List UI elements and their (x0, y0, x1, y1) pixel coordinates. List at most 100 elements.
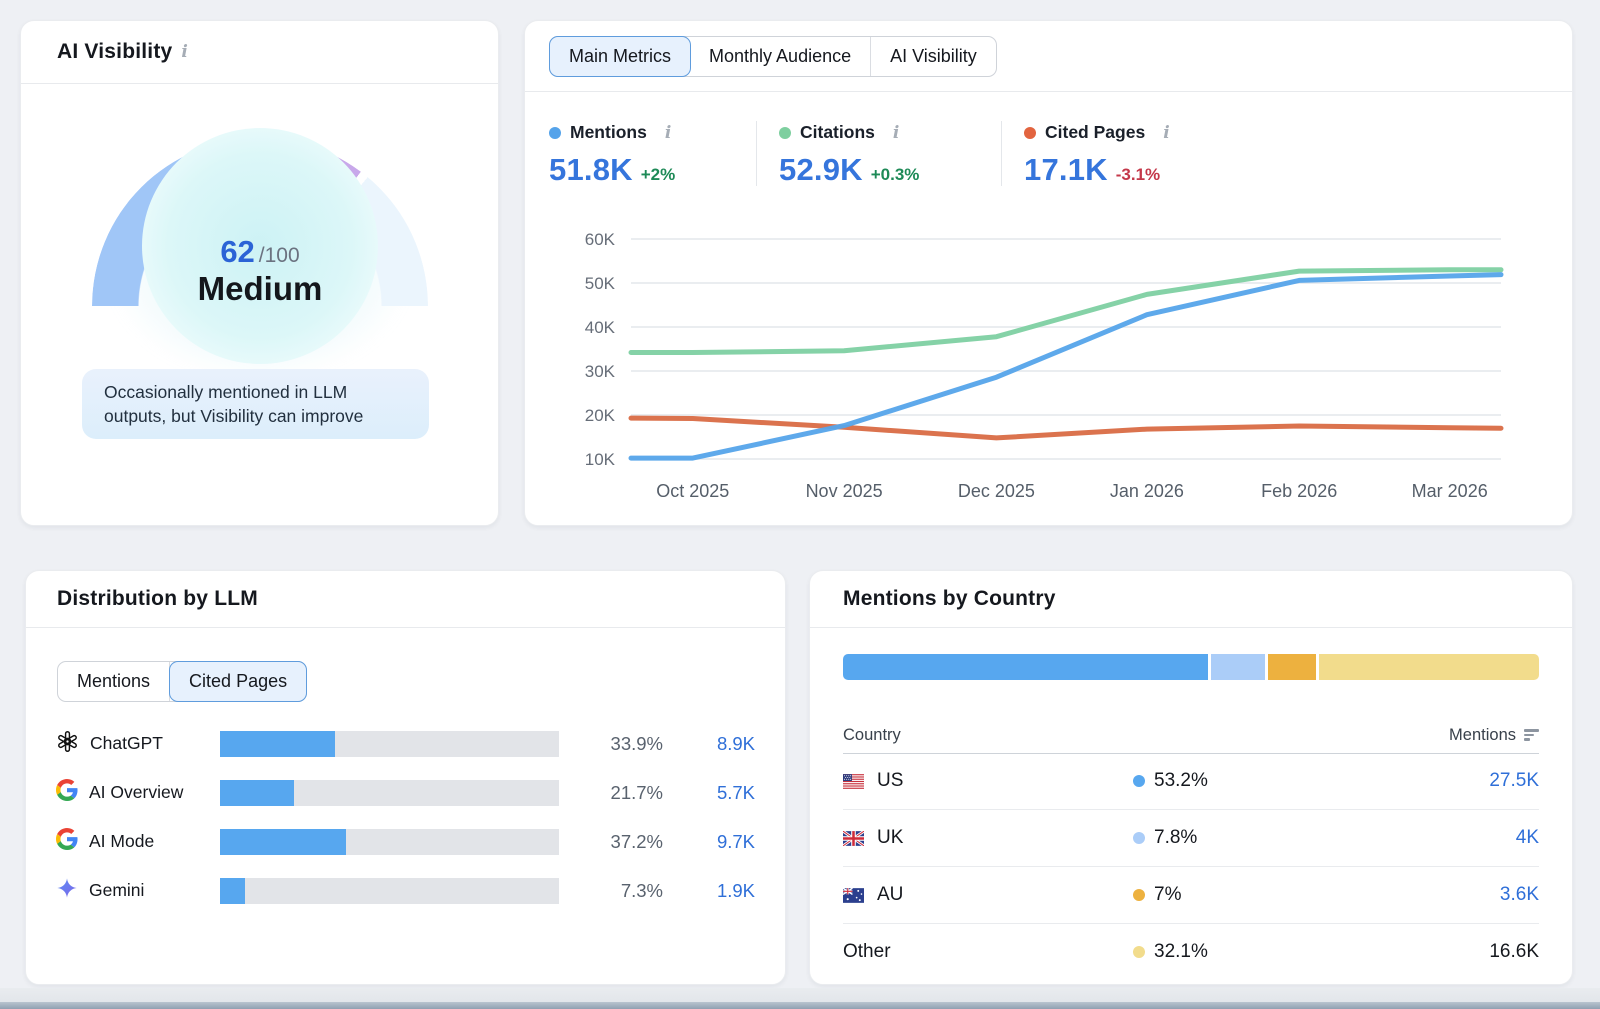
llm-row-chatgpt[interactable]: ChatGPT 33.9% 8.9K (26, 719, 785, 768)
metrics-tab-bar: Main Metrics Monthly Audience AI Visibil… (549, 36, 997, 77)
country-percent: 7.8% (1154, 827, 1197, 849)
llm-row-ai-mode[interactable]: AI Mode 37.2% 9.7K (26, 817, 785, 866)
stacked-segment-us[interactable] (843, 654, 1208, 680)
llm-name-label: Gemini (89, 880, 144, 901)
country-dot-icon (1133, 775, 1145, 787)
llm-value-link[interactable]: 5.7K (677, 782, 755, 804)
llm-bar-fill (220, 829, 346, 855)
gauge-score-max: /100 (259, 244, 300, 267)
info-icon[interactable]: i (1163, 123, 1169, 143)
cited-pages-dot-icon (1024, 127, 1036, 139)
llm-row-ai-overview[interactable]: AI Overview 21.7% 5.7K (26, 768, 785, 817)
kpi-row: Mentions i 51.8K +2% Citations i 52.9K +… (549, 113, 1234, 188)
chatgpt-icon (56, 730, 79, 758)
kpi-mentions: Mentions i 51.8K +2% (549, 113, 734, 188)
kpi-value: 51.8K (549, 152, 633, 188)
llm-bar-fill (220, 731, 335, 757)
country-table-header: Country Mentions (843, 717, 1539, 754)
llm-bar-track (220, 878, 559, 904)
svg-text:Mar 2026: Mar 2026 (1412, 481, 1488, 501)
llm-card-title: Distribution by LLM (57, 587, 258, 611)
ai-visibility-card: AI Visibility i 62/100 Medium Occasional… (20, 20, 499, 526)
tab-mentions[interactable]: Mentions (58, 662, 170, 701)
tab-ai-visibility[interactable]: AI Visibility (871, 37, 996, 76)
tab-main-metrics[interactable]: Main Metrics (549, 36, 691, 77)
kpi-delta: +0.3% (871, 165, 920, 185)
country-code: UK (877, 827, 903, 849)
us-flag-icon (843, 774, 864, 789)
gauge-score: 62/100 (92, 234, 428, 270)
svg-text:20K: 20K (585, 406, 616, 425)
column-mentions-sort[interactable]: Mentions (1449, 726, 1539, 745)
llm-bar-track (220, 731, 559, 757)
kpi-label: Mentions (570, 122, 647, 143)
google-g-icon (56, 828, 78, 855)
ai-visibility-card-header: AI Visibility i (21, 21, 498, 84)
google-g-icon (56, 779, 78, 806)
kpi-cited-pages: Cited Pages i 17.1K -3.1% (1024, 113, 1234, 188)
ai-visibility-title: AI Visibility (57, 40, 172, 64)
llm-bar-track (220, 780, 559, 806)
country-code: US (877, 770, 903, 792)
metrics-line-chart[interactable]: 10K20K30K40K50K60KOct 2025Nov 2025Dec 20… (549, 211, 1549, 511)
svg-text:Dec 2025: Dec 2025 (958, 481, 1035, 501)
country-code: AU (877, 884, 903, 906)
country-dot-icon (1133, 889, 1145, 901)
llm-name-label: ChatGPT (90, 733, 163, 754)
dashboard: AI Visibility i 62/100 Medium Occasional… (0, 0, 1600, 1009)
svg-text:10K: 10K (585, 450, 616, 469)
kpi-label: Citations (800, 122, 875, 143)
country-percent: 53.2% (1154, 770, 1208, 792)
tab-cited-pages[interactable]: Cited Pages (169, 661, 307, 702)
llm-name-label: AI Overview (89, 782, 183, 803)
info-icon[interactable]: i (893, 123, 899, 143)
llm-rows: ChatGPT 33.9% 8.9K AI Ov (26, 719, 785, 915)
stacked-segment-other[interactable] (1319, 654, 1539, 680)
llm-value-link[interactable]: 1.9K (677, 880, 755, 902)
svg-text:40K: 40K (585, 318, 616, 337)
stacked-segment-uk[interactable] (1211, 654, 1265, 680)
country-row-us[interactable]: US 53.2% 27.5K (843, 753, 1539, 810)
svg-text:50K: 50K (585, 274, 616, 293)
country-stacked-bar (843, 654, 1539, 680)
kpi-delta: +2% (641, 165, 676, 185)
llm-value-link[interactable]: 9.7K (677, 831, 755, 853)
llm-name-label: AI Mode (89, 831, 154, 852)
column-mentions-label: Mentions (1449, 726, 1516, 745)
llm-row-gemini[interactable]: Gemini 7.3% 1.9K (26, 866, 785, 915)
country-rows: US 53.2% 27.5K (843, 753, 1539, 980)
country-card-title: Mentions by Country (843, 587, 1056, 611)
llm-percent: 33.9% (573, 733, 663, 755)
au-flag-icon (843, 888, 864, 903)
column-country: Country (843, 726, 901, 745)
kpi-delta: -3.1% (1116, 165, 1160, 185)
country-row-other[interactable]: Other 32.1% 16.6K (843, 924, 1539, 980)
svg-text:Jan 2026: Jan 2026 (1110, 481, 1184, 501)
sort-descending-icon (1524, 729, 1539, 741)
info-icon[interactable]: i (181, 42, 187, 62)
llm-bar-track (220, 829, 559, 855)
llm-percent: 21.7% (573, 782, 663, 804)
country-value-link[interactable]: 27.5K (1389, 770, 1539, 792)
main-metrics-card: Main Metrics Monthly Audience AI Visibil… (524, 20, 1573, 526)
country-percent: 32.1% (1154, 941, 1208, 963)
stacked-segment-au[interactable] (1268, 654, 1316, 680)
country-row-uk[interactable]: UK 7.8% 4K (843, 810, 1539, 867)
kpi-citations: Citations i 52.9K +0.3% (779, 113, 979, 188)
country-dot-icon (1133, 946, 1145, 958)
kpi-value: 17.1K (1024, 152, 1108, 188)
llm-card-header: Distribution by LLM (26, 571, 785, 628)
tab-monthly-audience[interactable]: Monthly Audience (690, 37, 871, 76)
llm-percent: 37.2% (573, 831, 663, 853)
divider (756, 121, 757, 186)
visibility-note: Occasionally mentioned in LLM outputs, b… (82, 369, 429, 439)
llm-distribution-card: Distribution by LLM Mentions Cited Pages (25, 570, 786, 985)
llm-value-link[interactable]: 8.9K (677, 733, 755, 755)
llm-tab-bar: Mentions Cited Pages (57, 661, 307, 702)
country-value-link[interactable]: 3.6K (1389, 884, 1539, 906)
gauge-score-value: 62 (220, 234, 254, 269)
info-icon[interactable]: i (665, 123, 671, 143)
country-row-au[interactable]: AU 7% 3.6K (843, 867, 1539, 924)
country-value-link[interactable]: 4K (1389, 827, 1539, 849)
country-dot-icon (1133, 832, 1145, 844)
